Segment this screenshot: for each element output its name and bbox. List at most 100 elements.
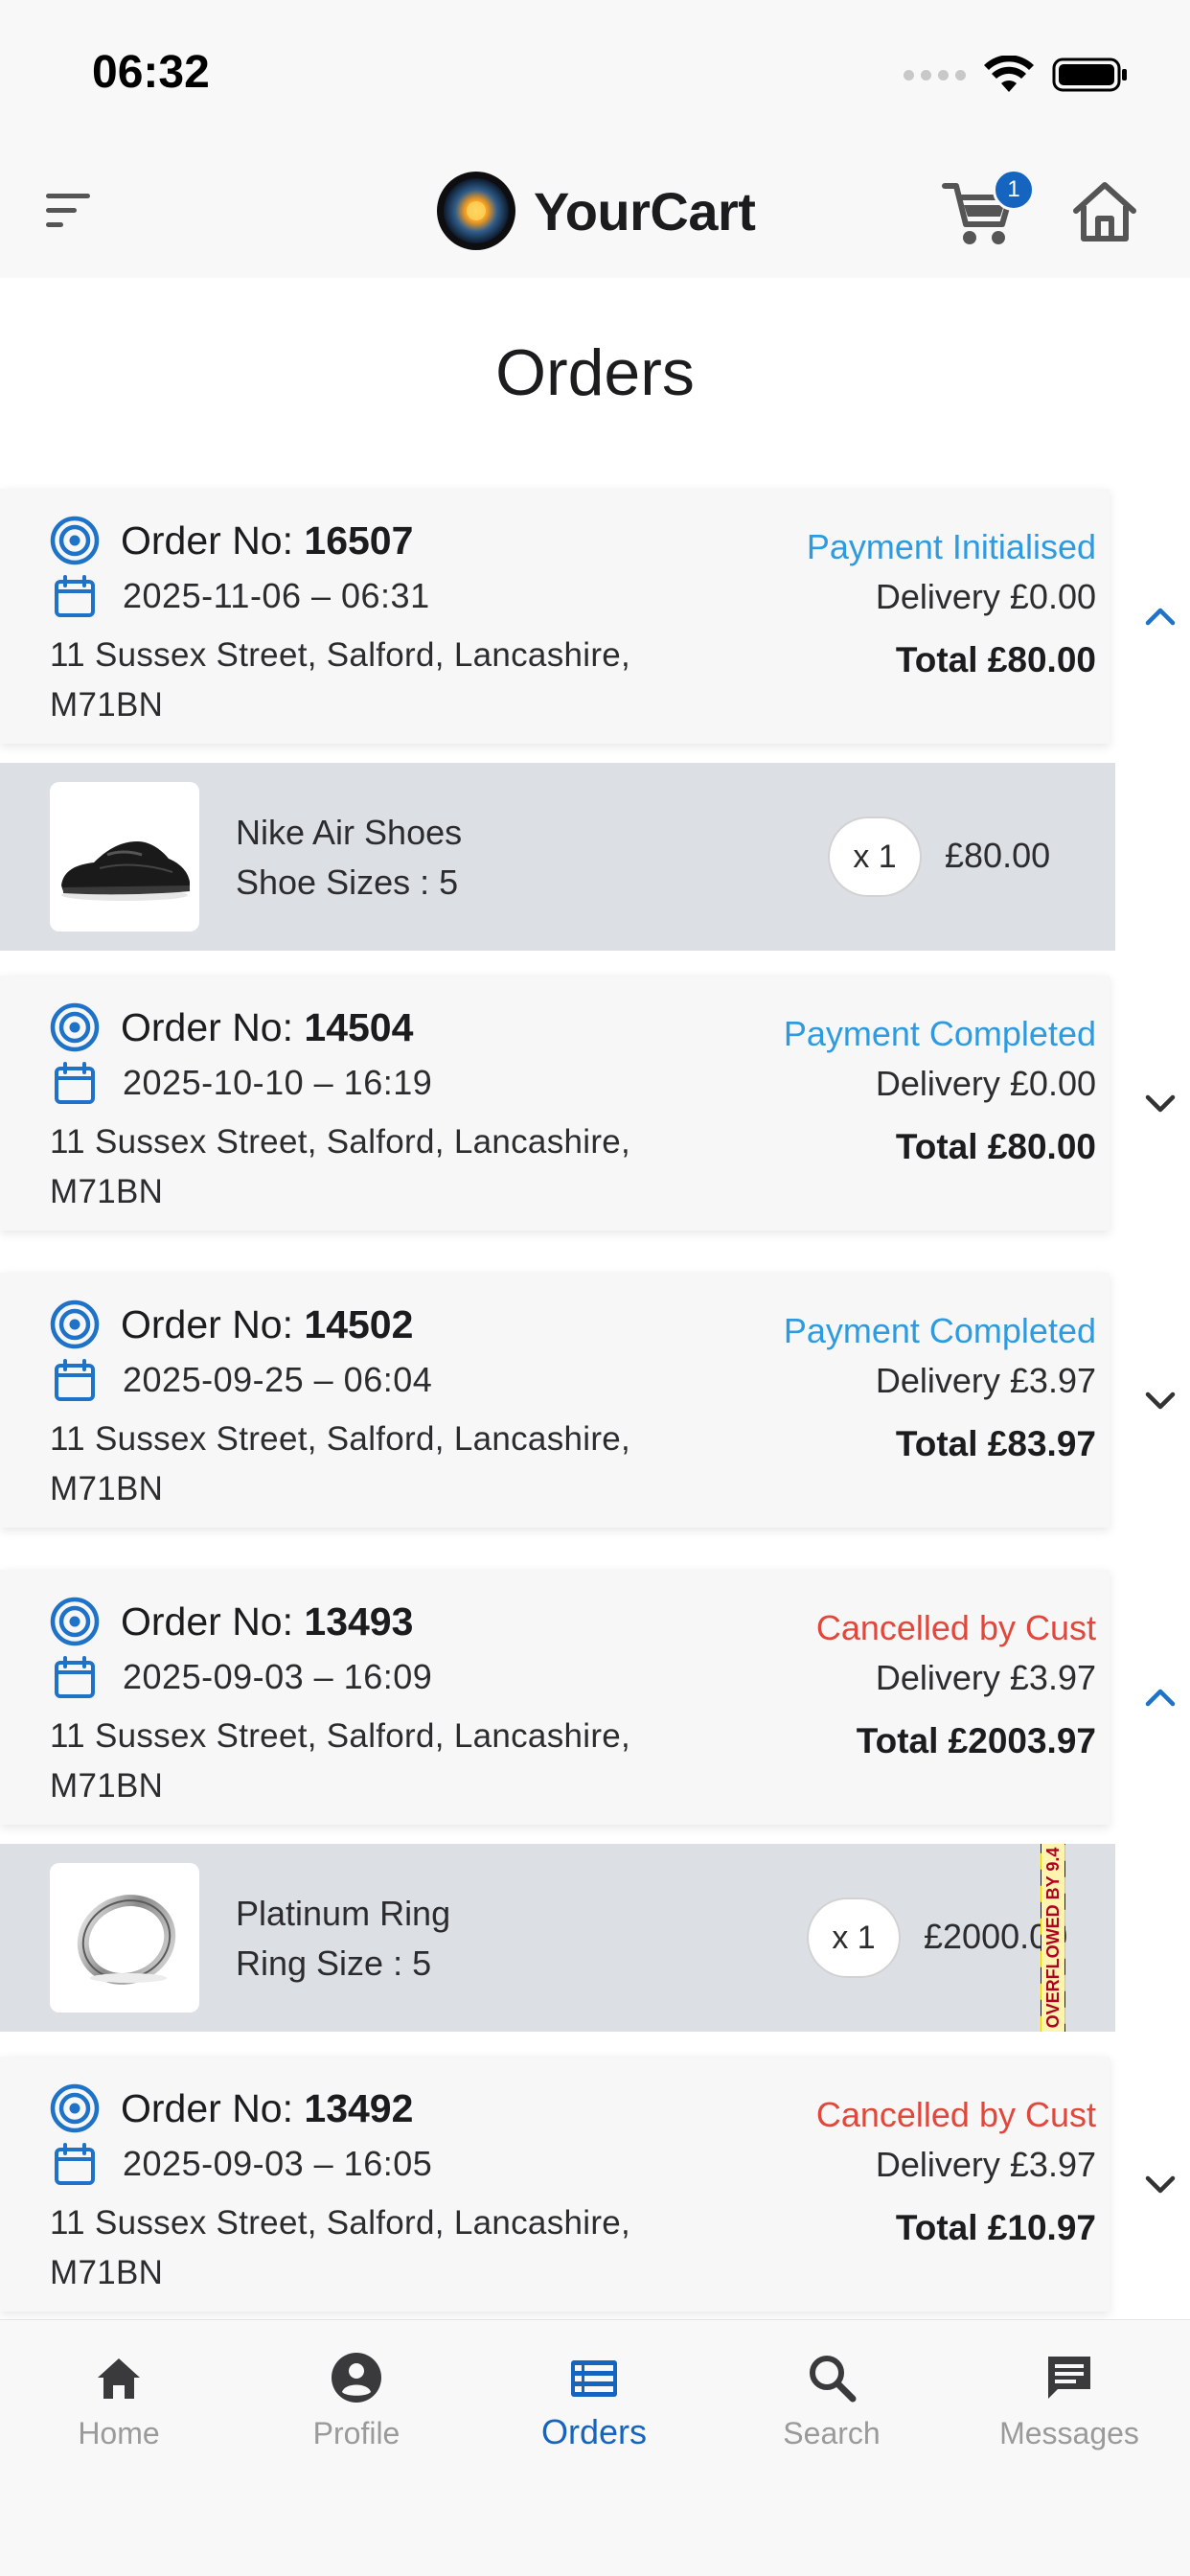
ring-image [50,1863,199,2012]
order-item-row[interactable]: Nike Air Shoes Shoe Sizes : 5 x 1 £80.00 [0,763,1115,951]
order-address: 11 Sussex Street, Salford, Lancashire, M… [50,1123,631,1210]
order-card[interactable]: Order No: 13493 2025-09-03 – 16:09 11 Su… [0,1570,1110,1825]
chevron-down-icon[interactable] [1140,2164,1180,2204]
delivery-cost: Delivery £3.97 [875,2145,1096,2184]
order-total: Total £80.00 [895,640,1096,679]
nav-label: Messages [999,2416,1139,2450]
home-icon[interactable] [1071,180,1138,243]
bottom-navigation: Home Profile Orders Search Messages [0,2319,1190,2576]
item-price: £80.00 [945,836,1051,875]
page-title: Orders [495,336,695,409]
order-total: Total £83.97 [895,1424,1096,1463]
order-address: 11 Sussex Street, Salford, Lancashire, M… [50,1420,631,1507]
messages-icon [1048,2357,1090,2399]
payment-status: Payment Initialised [806,527,1096,566]
item-name: Platinum Ring [236,1894,451,1933]
overflow-warning-stripe: OVERFLOWED BY 9.4 [1041,1844,1065,2032]
brand[interactable]: YourCart [436,171,756,251]
order-number: Order No: 14502 [121,1301,414,1346]
order-card[interactable]: Order No: 16507 2025-11-06 – 06:31 11 Su… [0,489,1110,744]
payment-status: Payment Completed [783,1311,1096,1350]
cart-count-badge: 1 [993,169,1035,211]
order-card[interactable]: Order No: 14502 2025-09-25 – 06:04 11 Su… [0,1273,1110,1528]
status-bar: 06:32 [0,0,1190,144]
brand-name: YourCart [534,180,756,242]
calendar-icon [55,1062,95,1104]
order-number-row: Order No: 16507 [50,516,413,565]
calendar-icon [55,575,95,617]
item-variant: Shoe Sizes : 5 [236,862,459,902]
order-number-row: Order No: 13493 [50,1597,413,1646]
shoe-image-art [61,841,190,901]
orders-icon [571,2360,617,2397]
profile-icon [332,2353,381,2403]
nav-profile[interactable]: Profile [261,2351,452,2466]
shoe-image [50,782,199,932]
chevron-up-icon[interactable] [1140,1677,1180,1717]
delivery-cost: Delivery £0.00 [875,1064,1096,1103]
chevron-down-icon[interactable] [1140,1083,1180,1123]
home-icon [98,2358,140,2399]
calendar-icon [55,1359,95,1401]
wifi-icon [984,56,1034,92]
quantity-badge: x 1 [807,1898,901,1978]
order-date: 2025-09-03 – 16:09 [123,1657,433,1696]
delivery-cost: Delivery £0.00 [875,577,1096,616]
payment-status: Payment Completed [783,1014,1096,1053]
order-date: 2025-10-10 – 16:19 [123,1063,433,1102]
overflow-warning-text: OVERFLOWED BY 9.4 [1041,1844,1064,2032]
delivery-cost: Delivery £3.97 [875,1658,1096,1697]
order-card[interactable]: Order No: 14504 2025-10-10 – 16:19 11 Su… [0,976,1110,1230]
order-item-row[interactable]: Platinum Ring Ring Size : 5 x 1 £2000.00… [0,1844,1115,2032]
menu-icon[interactable] [42,188,96,234]
nav-label: Search [783,2416,881,2450]
target-icon [50,1597,100,1646]
app-bar: YourCart 1 [0,144,1190,278]
order-date-row: 2025-10-10 – 16:19 [52,1060,432,1106]
order-date: 2025-09-25 – 06:04 [123,1360,433,1399]
target-icon [50,516,100,565]
delivery-cost: Delivery £3.97 [875,1361,1096,1400]
order-number-row: Order No: 13492 [50,2083,413,2133]
order-date-row: 2025-11-06 – 06:31 [52,573,430,619]
target-icon [50,1002,100,1052]
nav-orders[interactable]: Orders [498,2351,690,2466]
calendar-icon [55,1656,95,1698]
item-name: Nike Air Shoes [236,813,463,852]
order-number: Order No: 13492 [121,2085,414,2130]
payment-status: Cancelled by Cust [815,2095,1096,2134]
nav-search[interactable]: Search [736,2351,927,2466]
order-number: Order No: 14504 [121,1004,414,1049]
order-total: Total £2003.97 [856,1721,1096,1760]
target-icon [50,1300,100,1349]
order-date: 2025-09-03 – 16:05 [123,2144,433,2183]
nav-label: Orders [540,2412,648,2451]
calendar-icon [55,2143,95,2185]
order-date-row: 2025-09-25 – 06:04 [52,1357,432,1403]
target-icon [50,2083,100,2133]
chevron-up-icon[interactable] [1140,596,1180,636]
order-total: Total £80.00 [895,1127,1096,1166]
nav-label: Home [78,2416,160,2450]
order-address: 11 Sussex Street, Salford, Lancashire, M… [50,1717,631,1805]
status-time: 06:32 [92,47,210,98]
order-card[interactable]: Order No: 13492 2025-09-03 – 16:05 11 Su… [0,2057,1110,2312]
order-address: 11 Sussex Street, Salford, Lancashire, M… [50,636,631,724]
nav-home[interactable]: Home [23,2351,215,2466]
order-number: Order No: 16507 [121,518,414,563]
order-date: 2025-11-06 – 06:31 [123,576,430,615]
nav-messages[interactable]: Messages [973,2351,1165,2466]
order-number-row: Order No: 14502 [50,1300,413,1349]
status-icons [904,56,1129,94]
search-icon [810,2356,857,2403]
item-variant: Ring Size : 5 [236,1944,432,1983]
order-date-row: 2025-09-03 – 16:09 [52,1654,432,1700]
nav-label: Profile [312,2416,400,2450]
order-total: Total £10.97 [895,2208,1096,2247]
cellular-signal-icon [904,69,966,80]
order-number-row: Order No: 14504 [50,1002,413,1052]
order-address: 11 Sussex Street, Salford, Lancashire, M… [50,2204,631,2291]
battery-icon [1052,58,1127,92]
payment-status: Cancelled by Cust [815,1608,1096,1647]
chevron-down-icon[interactable] [1140,1380,1180,1420]
